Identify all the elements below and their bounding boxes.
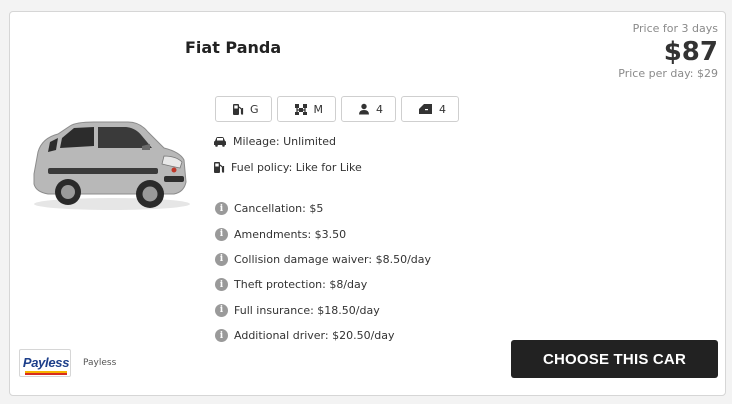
person-icon xyxy=(358,103,370,115)
feature-doors[interactable]: 4 xyxy=(401,96,460,122)
feature-transmission[interactable]: M xyxy=(276,96,337,122)
price-block: Price for 3 days $87 Price per day: $29 xyxy=(618,22,718,80)
list-item: i Cancellation: $5 xyxy=(215,196,431,221)
feature-seats[interactable]: 4 xyxy=(341,96,397,122)
extra-cdw: Collision damage waiver: $8.50/day xyxy=(234,252,432,266)
fuel-policy-text: Fuel policy: Like for Like xyxy=(231,161,362,174)
car-door-icon xyxy=(418,103,433,115)
info-icon[interactable]: i xyxy=(215,227,228,241)
fuel-pump-icon xyxy=(213,161,225,174)
price-per-day: Price per day: $29 xyxy=(618,67,718,80)
supplier-logo-text: Payless xyxy=(22,355,70,370)
feature-fuel-type[interactable]: G xyxy=(215,96,272,122)
info-icon[interactable]: i xyxy=(215,278,228,292)
list-item: i Full insurance: $18.50/day xyxy=(215,298,431,323)
car-offer-card: Fiat Panda Price for 3 days $87 Price pe… xyxy=(9,11,726,396)
fuel-policy-row: Fuel policy: Like for Like xyxy=(213,161,362,174)
logo-stripe-red xyxy=(25,373,67,375)
fuel-pump-icon xyxy=(232,103,244,116)
extra-cancellation: Cancellation: $5 xyxy=(234,202,324,216)
extra-additional-driver: Additional driver: $20.50/day xyxy=(234,329,395,343)
info-icon[interactable]: i xyxy=(215,303,228,317)
supplier-logo: Payless xyxy=(19,349,71,377)
feature-transmission-value: M xyxy=(313,102,324,116)
price-total: $87 xyxy=(663,37,718,67)
car-title: Fiat Panda xyxy=(185,38,282,57)
info-icon[interactable]: i xyxy=(215,202,228,216)
feature-seats-value: 4 xyxy=(376,102,384,116)
list-item: i Amendments: $3.50 xyxy=(215,221,431,246)
extra-theft-protection: Theft protection: $8/day xyxy=(234,278,368,292)
choose-car-button[interactable]: CHOOSE THIS CAR xyxy=(511,340,718,378)
feature-fuel-value: G xyxy=(250,102,259,116)
extra-full-insurance: Full insurance: $18.50/day xyxy=(234,303,380,317)
gearbox-icon xyxy=(294,103,308,116)
feature-doors-value: 4 xyxy=(439,102,447,116)
mileage-text: Mileage: Unlimited xyxy=(233,135,337,148)
info-icon[interactable]: i xyxy=(215,252,228,266)
car-icon xyxy=(213,136,227,147)
list-item: i Theft protection: $8/day xyxy=(215,272,431,297)
mileage-row: Mileage: Unlimited xyxy=(213,135,336,148)
list-item: i Collision damage waiver: $8.50/day xyxy=(215,247,431,272)
price-caption: Price for 3 days xyxy=(632,22,718,35)
list-item: i Additional driver: $20.50/day xyxy=(215,323,431,348)
info-icon[interactable]: i xyxy=(215,329,228,343)
supplier-name: Payless xyxy=(83,358,117,368)
extras-list: i Cancellation: $5 i Amendments: $3.50 i… xyxy=(215,196,431,348)
extra-amendments: Amendments: $3.50 xyxy=(234,227,347,241)
car-image xyxy=(24,112,194,212)
feature-chips: G M 4 4 xyxy=(215,96,460,122)
